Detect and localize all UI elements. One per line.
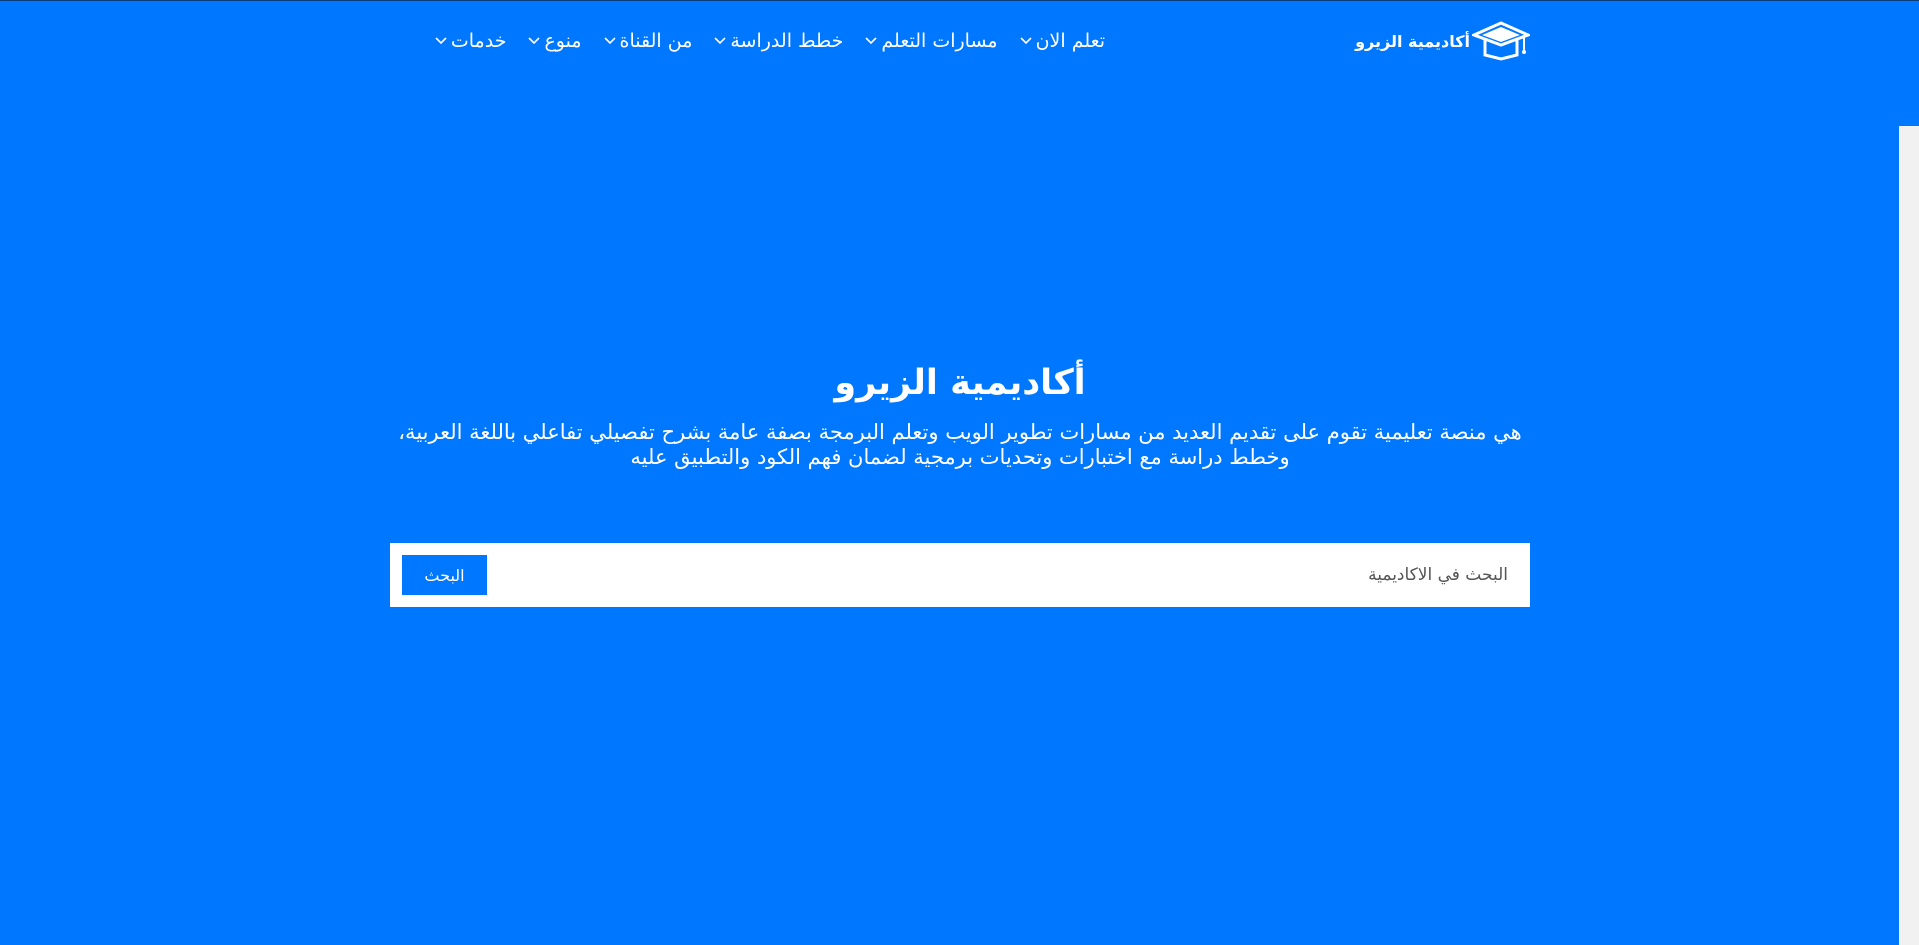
- nav-item-learn-now[interactable]: تعلم الان: [1020, 30, 1106, 52]
- nav-item-study-plans[interactable]: خطط الدراسة: [714, 30, 843, 52]
- nav-item-label: من القناة: [619, 30, 693, 52]
- logo-text: أكاديمية الزيرو: [1355, 31, 1470, 51]
- graduation-cap-icon: [1472, 21, 1530, 61]
- nav-item-label: خطط الدراسة: [730, 30, 844, 52]
- chevron-down-icon: [528, 37, 541, 45]
- chevron-down-icon: [603, 37, 616, 45]
- nav-item-label: منوع: [544, 30, 582, 52]
- chevron-down-icon: [435, 37, 447, 45]
- nav-item-misc[interactable]: منوع: [528, 30, 582, 52]
- page: أكاديمية الزيرو تعلم الان مسارات التعلم …: [0, 0, 1919, 945]
- nav-item-label: خدمات: [450, 30, 507, 52]
- chevron-down-icon: [865, 37, 877, 45]
- search-form: البحث: [390, 543, 1530, 607]
- chevron-down-icon: [714, 37, 726, 45]
- search-input[interactable]: [487, 554, 1510, 596]
- nav-item-from-channel[interactable]: من القناة: [603, 30, 693, 52]
- navbar: أكاديمية الزيرو تعلم الان مسارات التعلم …: [390, 15, 1530, 67]
- scrollbar-track[interactable]: [1899, 126, 1919, 945]
- main-nav: تعلم الان مسارات التعلم خطط الدراسة من ا…: [435, 30, 1105, 52]
- hero-description: هي منصة تعليمية تقوم على تقديم العديد من…: [398, 420, 1522, 469]
- nav-item-learning-paths[interactable]: مسارات التعلم: [865, 30, 998, 52]
- chevron-down-icon: [1020, 37, 1032, 45]
- nav-item-label: مسارات التعلم: [881, 30, 998, 52]
- search-button[interactable]: البحث: [402, 555, 487, 595]
- nav-item-label: تعلم الان: [1035, 30, 1106, 52]
- nav-item-services[interactable]: خدمات: [435, 30, 507, 52]
- hero-title: أكاديمية الزيرو: [834, 363, 1086, 403]
- site-logo[interactable]: أكاديمية الزيرو: [1355, 21, 1530, 61]
- hero-section: أكاديمية الزيرو هي منصة تعليمية تقوم على…: [390, 356, 1530, 470]
